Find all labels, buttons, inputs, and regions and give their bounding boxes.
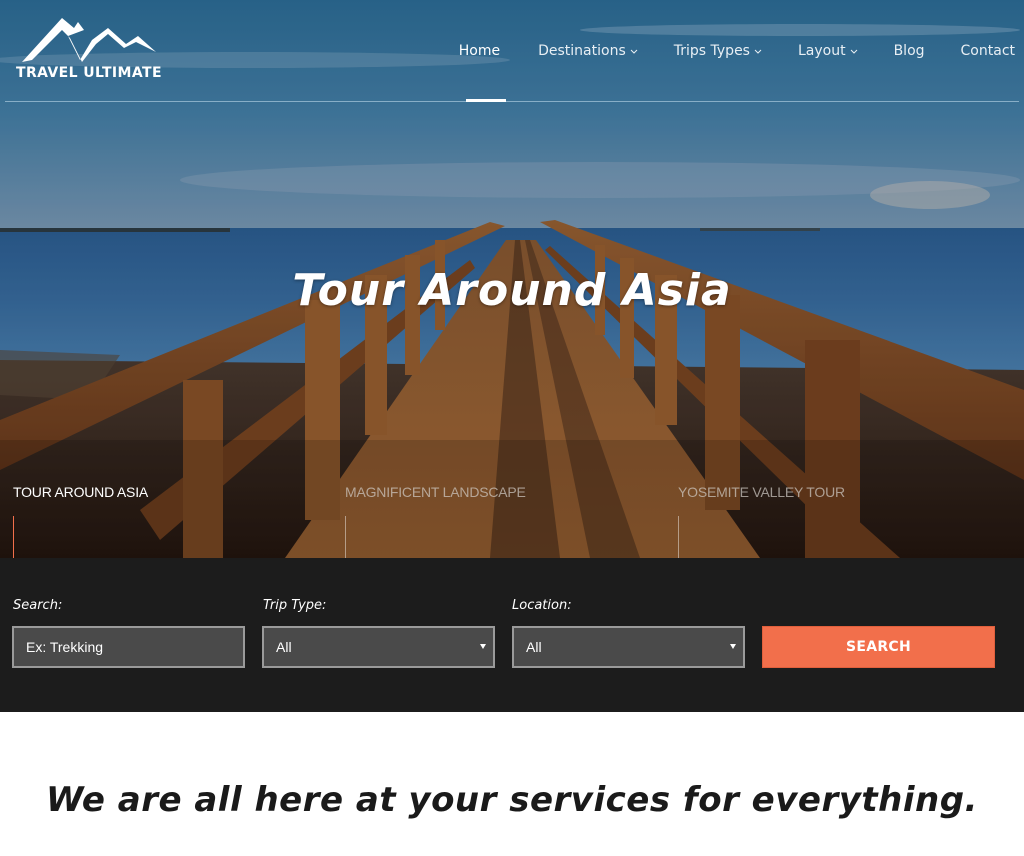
mountain-icon <box>22 18 156 62</box>
search-button[interactable]: SEARCH <box>762 626 995 668</box>
section-tagline: We are all here at your services for eve… <box>46 780 978 820</box>
slide-tab-magnificent-landscape[interactable]: MAGNIFICENT LANDSCAPE <box>345 478 526 558</box>
brand-name: TRAVEL ULTIMATE <box>16 65 162 81</box>
nav-item-layout[interactable]: Layout <box>798 43 858 59</box>
slide-divider <box>345 516 346 558</box>
location-label: Location: <box>512 598 572 613</box>
location-value: All <box>526 639 542 655</box>
slide-tab-label: TOUR AROUND ASIA <box>13 484 149 500</box>
hero-slider: TRAVEL ULTIMATE Home Destinations Trips … <box>0 0 1024 558</box>
slide-tab-yosemite-valley-tour[interactable]: YOSEMITE VALLEY TOUR <box>678 478 845 558</box>
slide-tab-label: YOSEMITE VALLEY TOUR <box>678 484 845 500</box>
nav-item-label: Home <box>458 43 501 59</box>
chevron-down-icon <box>754 49 762 54</box>
dropdown-arrow-icon <box>480 644 486 649</box>
slider-tabs: TOUR AROUND ASIA MAGNIFICENT LANDSCAPE Y… <box>0 478 1024 558</box>
site-logo[interactable]: TRAVEL ULTIMATE <box>14 16 162 86</box>
nav-item-contact[interactable]: Contact <box>961 43 1015 59</box>
slide-divider <box>678 516 679 558</box>
location-select[interactable]: All <box>512 626 745 668</box>
nav-item-label: Destinations <box>538 43 626 59</box>
hero-title: Tour Around Asia <box>292 265 732 316</box>
trip-type-value: All <box>276 639 292 655</box>
slide-tab-label: MAGNIFICENT LANDSCAPE <box>345 484 526 500</box>
nav-item-label: Trips Types <box>673 43 750 59</box>
search-label: Search: <box>13 598 63 613</box>
nav-item-label: Blog <box>893 43 925 59</box>
trip-search-form: Search: Ex: Trekking Trip Type: All Loca… <box>0 558 1024 712</box>
trip-type-label: Trip Type: <box>263 598 327 613</box>
nav-item-trips-types[interactable]: Trips Types <box>674 43 762 59</box>
slide-progress-bar <box>13 516 14 558</box>
slide-tab-tour-around-asia[interactable]: TOUR AROUND ASIA <box>13 478 148 558</box>
nav-item-label: Contact <box>960 43 1015 59</box>
search-input[interactable]: Ex: Trekking <box>12 626 245 668</box>
chevron-down-icon <box>630 49 638 54</box>
main-nav: Home Destinations Trips Types Layout Blo… <box>459 43 1015 59</box>
dropdown-arrow-icon <box>730 644 736 649</box>
chevron-down-icon <box>850 49 857 54</box>
nav-item-blog[interactable]: Blog <box>894 43 925 59</box>
nav-item-home[interactable]: Home <box>459 43 500 59</box>
nav-item-destinations[interactable]: Destinations <box>538 43 638 59</box>
trip-type-select[interactable]: All <box>262 626 495 668</box>
active-nav-indicator <box>466 99 506 102</box>
nav-item-label: Layout <box>797 43 846 59</box>
header-divider <box>5 101 1019 102</box>
search-placeholder: Ex: Trekking <box>26 639 104 655</box>
